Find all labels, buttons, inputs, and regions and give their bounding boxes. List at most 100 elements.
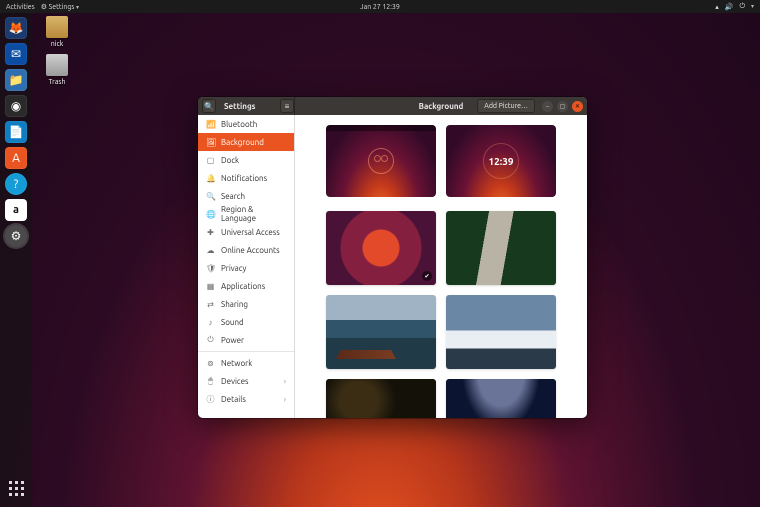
settings-window: 🔍 Settings ≡ Background Add Picture… – ▢…: [198, 97, 587, 418]
network-icon: ▴: [715, 3, 719, 11]
dock-settings[interactable]: ⚙: [5, 225, 27, 247]
desktop-home-label: nick: [40, 40, 74, 48]
sidebar-item-label: Network: [221, 359, 252, 368]
panel-clock[interactable]: Jan 27 12:39: [360, 3, 400, 11]
sidebar-item-bluetooth[interactable]: 📶 Bluetooth: [198, 115, 294, 133]
menu-icon: ≡: [285, 102, 290, 111]
dock-amazon[interactable]: a: [5, 199, 27, 221]
desktop-icons: nick Trash: [40, 16, 74, 92]
chevron-down-icon: ▾: [751, 3, 754, 10]
background-icon: 🖼: [206, 138, 215, 147]
wallpaper-grid: ✔: [307, 211, 575, 418]
search-button[interactable]: 🔍: [202, 99, 216, 113]
desktop-home[interactable]: nick: [40, 16, 74, 48]
sidebar-item-universal-access[interactable]: ✚ Universal Access: [198, 223, 294, 241]
sharing-icon: ⇄: [206, 300, 215, 309]
dock-writer[interactable]: 📄: [5, 121, 27, 143]
dock-rhythmbox[interactable]: ◉: [5, 95, 27, 117]
sidebar-item-power[interactable]: ⏻ Power: [198, 331, 294, 349]
sidebar-item-label: Sound: [221, 318, 244, 327]
dock-files[interactable]: 📁: [5, 69, 27, 91]
wallpaper-thumb[interactable]: [326, 379, 436, 418]
sidebar-item-label: Sharing: [221, 300, 248, 309]
sidebar-item-label: Notifications: [221, 174, 267, 183]
sidebar-item-region-language[interactable]: 🌐 Region & Language: [198, 205, 294, 223]
desktop-trash-label: Trash: [40, 78, 74, 86]
dock-help[interactable]: ?: [5, 173, 27, 195]
wallpaper-thumb[interactable]: ✔: [326, 211, 436, 285]
chevron-down-icon: ▾: [76, 4, 79, 11]
sidebar-item-privacy[interactable]: 🛡 Privacy: [198, 259, 294, 277]
network-icon: ⊚: [206, 359, 215, 368]
sidebar-item-label: Search: [221, 192, 245, 201]
dock-software[interactable]: A: [5, 147, 27, 169]
dock-thunderbird[interactable]: ✉: [5, 43, 27, 65]
sidebar-item-devices[interactable]: 🖱Devices›: [198, 372, 294, 390]
search-icon: 🔍: [206, 192, 215, 201]
power-icon: ⏻: [739, 2, 745, 11]
notifications-icon: 🔔: [206, 174, 215, 183]
sidebar-item-label: Bluetooth: [221, 120, 257, 129]
top-panel: Activities ⚙ Settings ▾ Jan 27 12:39 ▴ 🔊…: [0, 0, 760, 13]
window-maximize[interactable]: ▢: [557, 101, 568, 112]
sidebar-item-label: Privacy: [221, 264, 246, 273]
sidebar-item-label: Online Accounts: [221, 246, 280, 255]
dock-icon: ▢: [206, 156, 215, 165]
sidebar-item-sharing[interactable]: ⇄ Sharing: [198, 295, 294, 313]
background-preview-lockscreen[interactable]: 12:39: [446, 125, 556, 197]
sidebar-item-label: Devices: [221, 377, 249, 386]
settings-sidebar: 📶 Bluetooth 🖼 Background ▢Dock 🔔 Notifications…: [198, 115, 295, 418]
sidebar-item-label: Region & Language: [221, 205, 286, 223]
app-title: Settings: [224, 102, 255, 111]
details-icon: ⓘ: [206, 394, 215, 405]
sidebar-item-network[interactable]: ⊚ Network: [198, 354, 294, 372]
wallpaper-thumb[interactable]: [326, 295, 436, 369]
wallpaper-thumb[interactable]: [446, 295, 556, 369]
wallpaper-thumb[interactable]: [446, 379, 556, 418]
desktop-trash[interactable]: Trash: [40, 54, 74, 86]
window-close[interactable]: ✕: [572, 101, 583, 112]
window-minimize[interactable]: –: [542, 101, 553, 112]
sidebar-item-label: Power: [221, 336, 244, 345]
folder-icon: [46, 16, 68, 38]
sidebar-item-label: Universal Access: [221, 228, 280, 237]
sound-icon: ♪: [206, 318, 215, 327]
sidebar-item-label: Background: [221, 138, 264, 147]
bluetooth-icon: 📶: [206, 120, 215, 129]
chevron-right-icon: ›: [284, 395, 286, 404]
sidebar-item-search[interactable]: 🔍 Search: [198, 187, 294, 205]
selected-icon: ✔: [422, 271, 432, 281]
sidebar-separator: [198, 351, 294, 352]
hamburger-button[interactable]: ≡: [280, 99, 294, 113]
show-applications[interactable]: [5, 477, 27, 499]
dock: 🦊 ✉ 📁 ◉ 📄 A ? a ⚙: [0, 13, 32, 507]
sidebar-item-sound[interactable]: ♪ Sound: [198, 313, 294, 331]
sidebar-item-background[interactable]: 🖼 Background: [198, 133, 294, 151]
add-picture-button[interactable]: Add Picture…: [477, 99, 535, 113]
mascot-icon: [368, 148, 394, 174]
universal-access-icon: ✚: [206, 228, 215, 237]
background-preview-desktop[interactable]: [326, 125, 436, 197]
app-menu[interactable]: ⚙ Settings ▾: [41, 3, 79, 11]
search-icon: 🔍: [204, 102, 214, 111]
sidebar-item-applications[interactable]: ▦Applications: [198, 277, 294, 295]
page-title: Background: [419, 102, 464, 111]
volume-icon: 🔊: [725, 3, 734, 11]
chevron-right-icon: ›: [284, 377, 286, 386]
headerbar[interactable]: 🔍 Settings ≡ Background Add Picture… – ▢…: [198, 97, 587, 115]
privacy-icon: 🛡: [206, 264, 215, 273]
region-language-icon: 🌐: [206, 210, 215, 219]
sidebar-item-dock[interactable]: ▢Dock: [198, 151, 294, 169]
dock-firefox[interactable]: 🦊: [5, 17, 27, 39]
trash-icon: [46, 54, 68, 76]
power-icon: ⏻: [206, 335, 215, 345]
applications-icon: ▦: [206, 282, 215, 291]
gear-icon: ⚙: [41, 3, 47, 11]
background-panel: 12:39 ✔: [295, 115, 587, 418]
wallpaper-thumb[interactable]: [446, 211, 556, 285]
activities-button[interactable]: Activities: [6, 3, 35, 11]
system-status-area[interactable]: ▴ 🔊 ⏻ ▾: [715, 2, 754, 11]
sidebar-item-notifications[interactable]: 🔔 Notifications: [198, 169, 294, 187]
sidebar-item-details[interactable]: ⓘDetails›: [198, 390, 294, 408]
sidebar-item-online-accounts[interactable]: ☁Online Accounts: [198, 241, 294, 259]
